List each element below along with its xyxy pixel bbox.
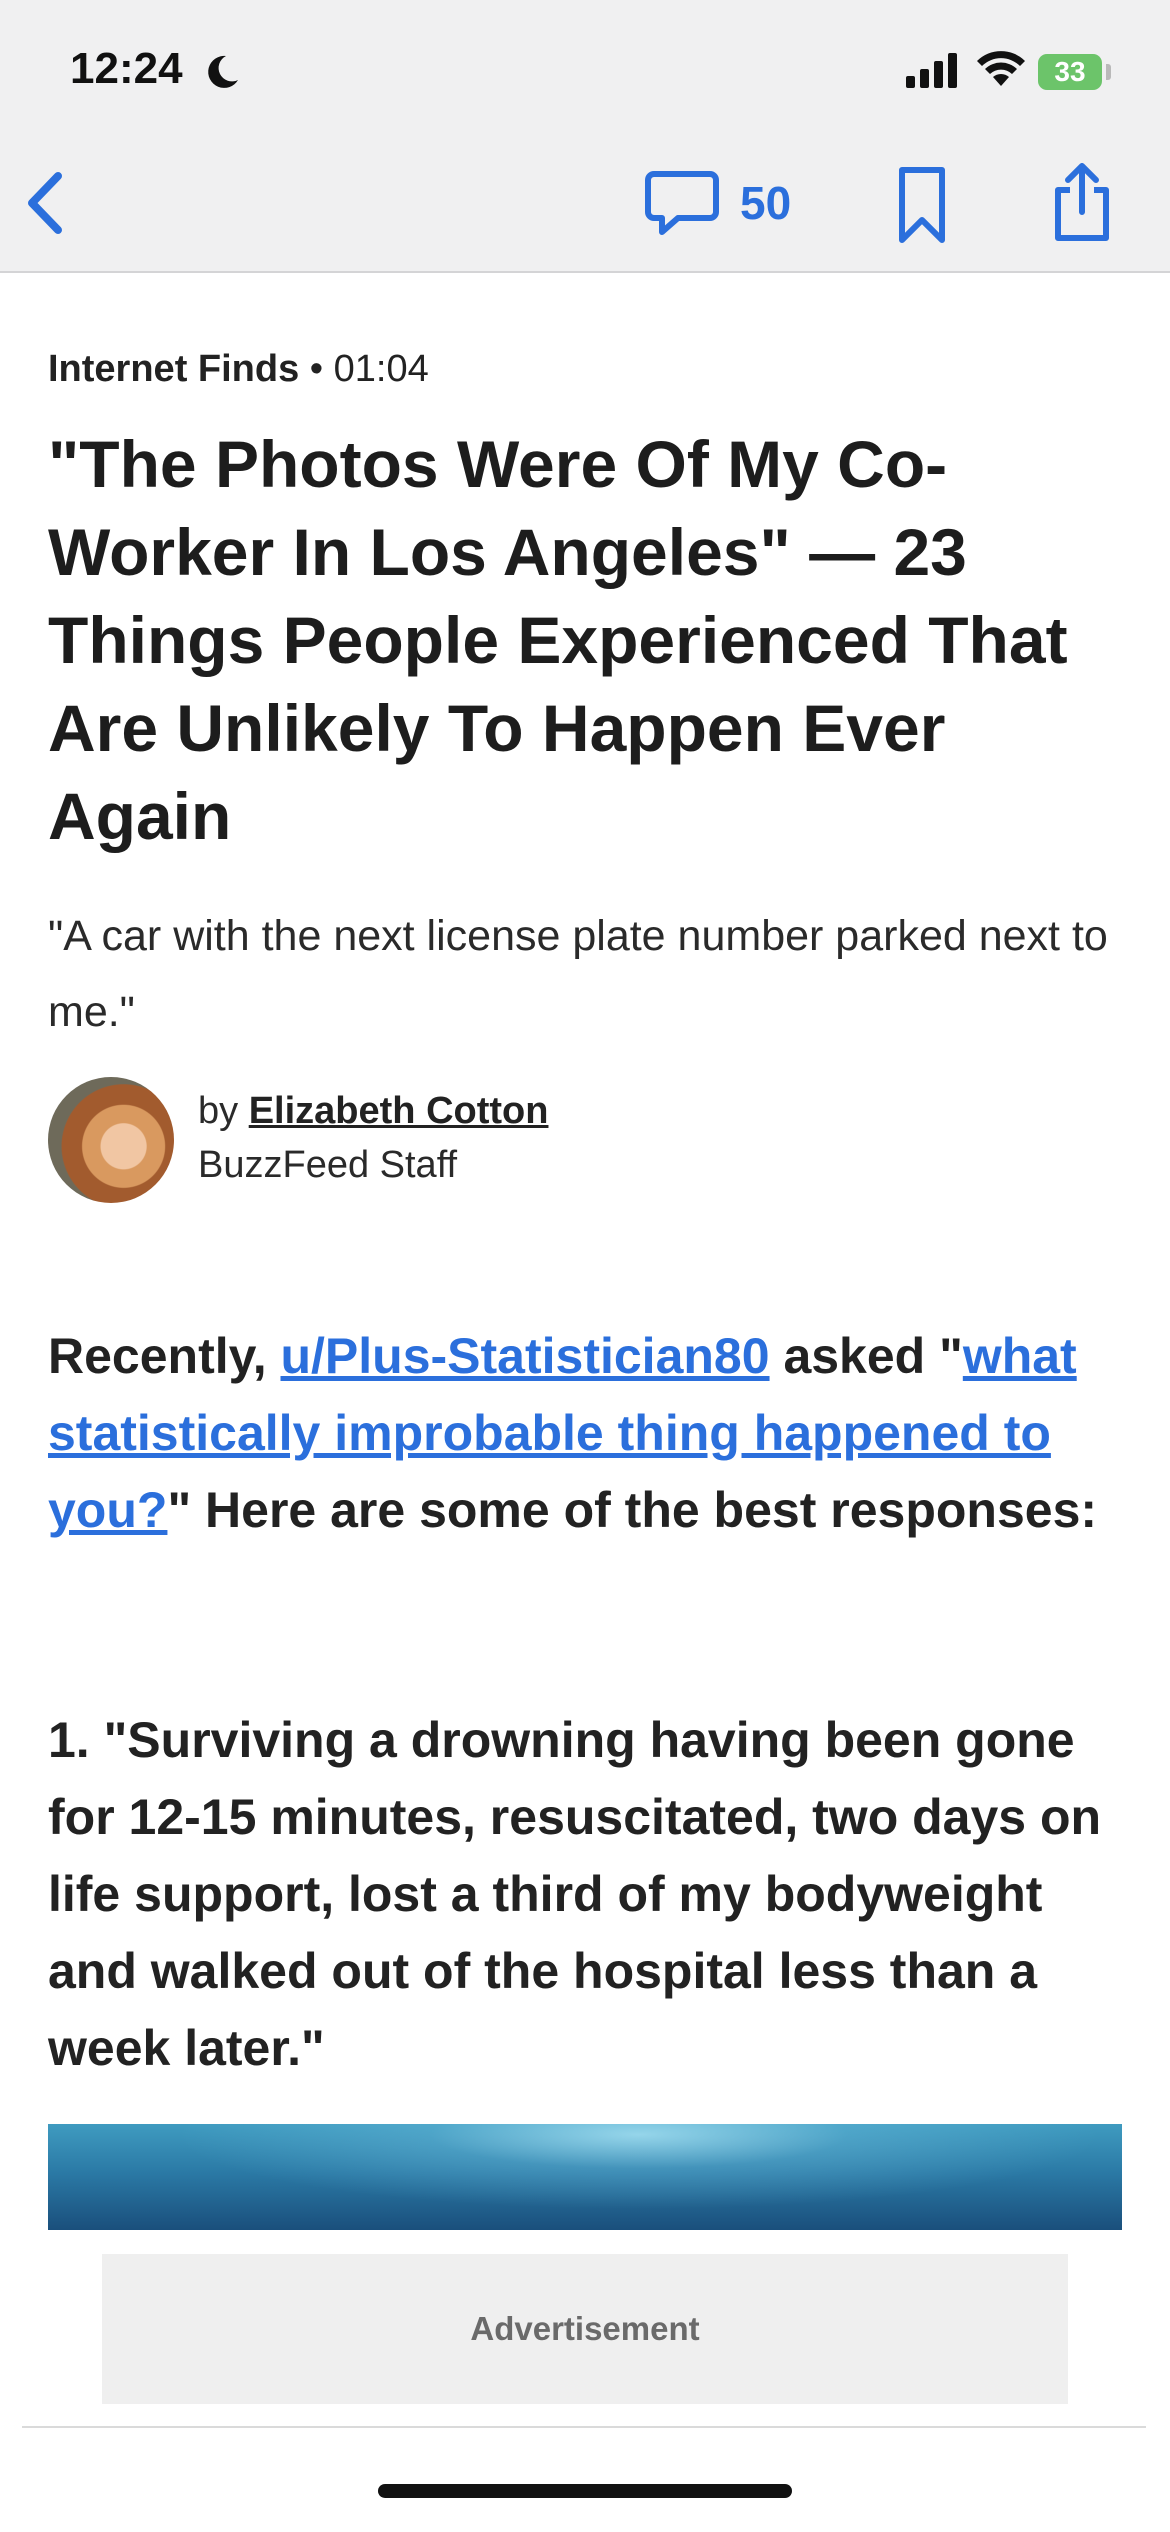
list-item-1: 1. "Surviving a drowning having been gon… (48, 1712, 1102, 2076)
author-link[interactable]: Elizabeth Cotton (249, 1090, 549, 1132)
intro-mid: asked " (769, 1328, 963, 1384)
advertisement-banner[interactable]: Advertisement (102, 2254, 1068, 2404)
article-dek: "A car with the next license plate numbe… (48, 912, 1108, 1036)
back-chevron-icon (28, 172, 62, 234)
battery-nub (1106, 64, 1111, 80)
share-icon (1055, 163, 1109, 241)
user-link[interactable]: u/Plus-Statistician80 (281, 1328, 770, 1384)
comment-bubble-icon (645, 171, 719, 235)
bookmark-button[interactable] (896, 164, 948, 251)
home-indicator[interactable] (378, 2484, 792, 2498)
byline: by Elizabeth Cotton (198, 1090, 548, 1133)
share-button[interactable] (1050, 160, 1114, 249)
water-image (48, 2124, 1122, 2230)
author-role: BuzzFeed Staff (198, 1144, 458, 1186)
article-meta: Internet Finds • 01:04 (48, 348, 429, 391)
back-button[interactable] (20, 168, 70, 243)
article-time: 01:04 (333, 348, 429, 390)
water-shine (48, 2124, 1122, 2230)
author-avatar[interactable] (48, 1077, 174, 1203)
wifi-icon (977, 51, 1025, 86)
moon-icon (208, 55, 238, 88)
intro-paragraph: Recently, u/Plus-Statistician80 asked "w… (48, 1318, 1128, 1549)
headline: "The Photos Were Of My Co-Worker In Los … (48, 427, 1068, 853)
bookmark-icon (899, 167, 945, 243)
cellular-signal-icon (906, 53, 957, 88)
battery-charging-icon: 33 (1038, 54, 1102, 90)
top-bar: 12:24 33 50 (0, 0, 1170, 273)
meta-separator: • (299, 348, 334, 390)
comments-button[interactable] (644, 168, 720, 245)
status-time: 12:24 (70, 44, 183, 93)
intro-end: " Here are some of the best responses: (167, 1482, 1098, 1538)
comment-count[interactable]: 50 (740, 176, 791, 230)
byline-prefix: by (198, 1090, 249, 1132)
intro-start: Recently, (48, 1328, 281, 1384)
category-label[interactable]: Internet Finds (48, 348, 299, 390)
divider (22, 2426, 1146, 2428)
